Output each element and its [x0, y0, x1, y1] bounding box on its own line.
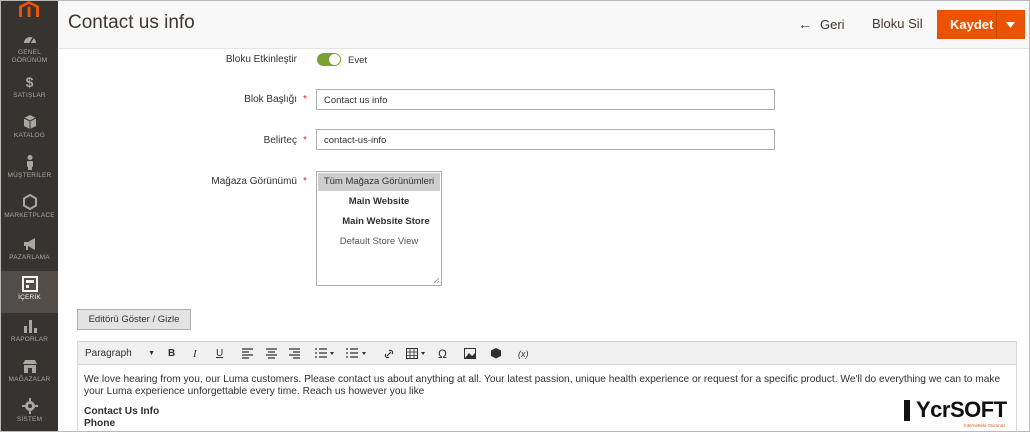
- special-character-icon[interactable]: Ω: [438, 346, 447, 361]
- caret-down-icon: ▼: [148, 350, 155, 357]
- bar-chart-icon: [23, 320, 37, 333]
- save-button[interactable]: Kaydet: [937, 10, 1025, 39]
- insert-widget-icon[interactable]: [490, 346, 502, 361]
- sidebar-item-dashboard[interactable]: GENEL GÖRÜNÜM: [1, 31, 58, 71]
- gear-icon: [21, 398, 38, 414]
- sidebar-item-label: PAZARLAMA: [9, 254, 50, 261]
- sidebar-item-label: MAĞAZALAR: [8, 376, 51, 383]
- underline-icon[interactable]: U: [216, 346, 223, 361]
- show-hide-editor-button[interactable]: Editörü Göster / Gizle: [77, 309, 191, 330]
- bold-icon[interactable]: B: [168, 346, 175, 361]
- sidebar-item-label: SİSTEM: [16, 416, 43, 423]
- sidebar-item-catalog[interactable]: KATALOG: [1, 114, 58, 154]
- store-view-option-all[interactable]: Tüm Mağaza Görünümleri: [318, 173, 440, 191]
- editor-content[interactable]: We love hearing from you, our Luma custo…: [78, 365, 1016, 431]
- dashboard-icon: [23, 37, 36, 44]
- person-icon: [26, 155, 33, 170]
- numbered-list-icon[interactable]: [346, 346, 368, 361]
- store-view-group-store: Main Website Store: [342, 216, 430, 227]
- editor-paragraph: We love hearing from you, our Luma custo…: [84, 374, 1001, 397]
- brand-logo-bar: [904, 400, 910, 421]
- enable-block-label: Bloku Etkinleştir: [225, 54, 297, 65]
- layout-icon: [21, 276, 38, 292]
- enable-block-value: Evet: [348, 55, 368, 66]
- dollar-icon: $: [25, 74, 34, 90]
- sidebar-item-label-line1: GENEL: [17, 49, 42, 56]
- sidebar-item-sales[interactable]: $ SATIŞLAR: [1, 74, 58, 114]
- save-options-toggle[interactable]: [996, 11, 1024, 38]
- brand-watermark: YcrSOFT İnternetteki Gücünüz: [904, 397, 1028, 431]
- magento-logo-icon[interactable]: [18, 1, 40, 17]
- resize-handle-icon[interactable]: [433, 277, 440, 284]
- sidebar-item-label: İÇERİK: [18, 294, 41, 301]
- brand-tagline: İnternetteki Gücünüz: [964, 423, 1006, 428]
- sidebar-item-label: MÜŞTERİLER: [7, 172, 52, 179]
- back-button-label: Geri: [820, 16, 845, 32]
- align-right-icon[interactable]: [289, 346, 300, 361]
- store-view-multiselect[interactable]: Tüm Mağaza Görünümleri Main Website Main…: [316, 171, 442, 286]
- page-title: Contact us info: [68, 12, 195, 33]
- block-title-label: Blok Başlığı: [244, 94, 297, 105]
- align-center-icon[interactable]: [266, 346, 277, 361]
- insert-variable-icon[interactable]: (x): [518, 346, 529, 361]
- sidebar-item-stores[interactable]: MAĞAZALAR: [1, 358, 58, 398]
- sidebar-item-label: KATALOG: [13, 132, 46, 139]
- insert-image-icon[interactable]: [464, 346, 476, 361]
- wysiwyg-editor: Paragraph ▼ B I U Ω (x) We love hearing …: [77, 341, 1017, 431]
- sidebar-item-label-line2: GÖRÜNÜM: [11, 57, 48, 64]
- block-title-input[interactable]: Contact us info: [316, 89, 775, 110]
- enable-block-toggle[interactable]: [317, 53, 341, 66]
- sidebar-item-marketplace[interactable]: MARKETPLACE: [1, 194, 58, 234]
- admin-window: GENEL GÖRÜNÜM $ SATIŞLAR KATALOG MÜŞTERİ…: [0, 0, 1030, 432]
- paragraph-format-select[interactable]: Paragraph ▼: [85, 346, 155, 361]
- megaphone-icon: [23, 238, 35, 250]
- toggle-knob: [329, 54, 340, 65]
- identifier-label: Belirteç: [263, 135, 297, 146]
- arrow-left-icon: ←: [798, 16, 812, 32]
- hexagon-icon: [22, 194, 37, 210]
- sidebar-item-label: SATIŞLAR: [13, 92, 46, 99]
- delete-block-button[interactable]: Bloku Sil: [872, 16, 923, 31]
- box-icon: [23, 115, 36, 129]
- editor-subheading: Phone: [84, 418, 116, 429]
- back-button[interactable]: ← Geri: [798, 16, 845, 32]
- sidebar-item-customers[interactable]: MÜŞTERİLER: [1, 154, 58, 194]
- bullet-list-icon[interactable]: [315, 346, 335, 361]
- sidebar-item-reports[interactable]: RAPORLAR: [1, 318, 58, 358]
- required-marker: *: [303, 135, 307, 146]
- page-header: Contact us info ← Geri Bloku Sil Kaydet: [58, 1, 1029, 49]
- required-marker: *: [303, 94, 307, 105]
- editor-toolbar: Paragraph ▼ B I U Ω (x): [78, 342, 1016, 365]
- store-view-label: Mağaza Görünümü: [211, 176, 297, 187]
- sidebar-item-label: RAPORLAR: [10, 336, 49, 343]
- store-icon: [22, 360, 37, 373]
- store-view-group-website: Main Website: [348, 196, 410, 207]
- paragraph-format-value: Paragraph: [85, 348, 132, 359]
- align-left-icon[interactable]: [242, 346, 253, 361]
- admin-sidebar: GENEL GÖRÜNÜM $ SATIŞLAR KATALOG MÜŞTERİ…: [1, 1, 58, 431]
- brand-name: YcrSOFT: [916, 397, 1007, 422]
- save-button-label: Kaydet: [950, 17, 994, 32]
- required-marker: *: [303, 176, 307, 187]
- sidebar-item-content[interactable]: İÇERİK: [1, 271, 58, 313]
- table-icon[interactable]: [406, 346, 428, 361]
- link-icon[interactable]: [383, 346, 395, 361]
- italic-icon[interactable]: I: [193, 346, 197, 361]
- sidebar-item-system[interactable]: SİSTEM: [1, 398, 58, 431]
- store-view-option-default[interactable]: Default Store View: [317, 232, 441, 252]
- identifier-input[interactable]: contact-us-info: [316, 129, 775, 150]
- sidebar-item-label: MARKETPLACE: [4, 212, 55, 219]
- caret-down-icon: [1006, 21, 1015, 28]
- editor-heading: Contact Us Info: [84, 406, 160, 417]
- sidebar-item-marketing[interactable]: PAZARLAMA: [1, 236, 58, 276]
